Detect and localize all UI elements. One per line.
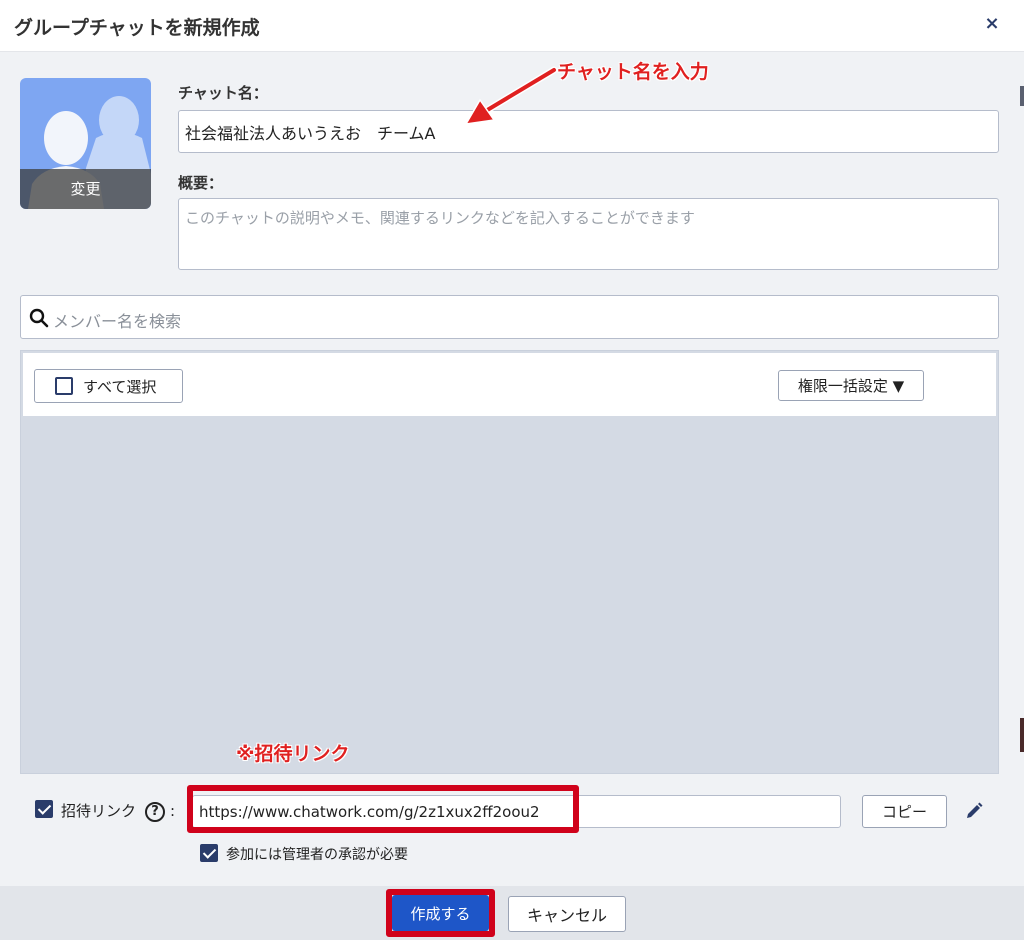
dialog-footer: 作成する キャンセル bbox=[0, 886, 1024, 940]
overview-label: 概要： bbox=[178, 174, 224, 192]
invite-link-highlight bbox=[187, 785, 579, 833]
overview-textarea[interactable]: このチャットの説明やメモ、関連するリンクなどを記入することができます bbox=[178, 198, 999, 270]
create-label: 作成する bbox=[410, 904, 471, 923]
pencil-icon[interactable] bbox=[964, 801, 984, 821]
chat-name-label: チャット名： bbox=[178, 84, 268, 102]
cancel-button[interactable]: キャンセル bbox=[508, 896, 626, 932]
invite-link-checkbox[interactable] bbox=[35, 800, 53, 818]
invite-link-separator: : bbox=[170, 802, 176, 820]
create-group-chat-dialog: グループチャットを新規作成 × 変更 チャット名： 社会福祉法人あいうえお チー… bbox=[0, 0, 1024, 940]
member-search-input[interactable]: メンバー名を検索 bbox=[20, 295, 999, 339]
chat-name-input[interactable]: 社会福祉法人あいうえお チームA bbox=[178, 110, 999, 153]
dialog-header: グループチャットを新規作成 × bbox=[0, 0, 1024, 52]
invite-link-annotation: ※招待リンク bbox=[236, 743, 350, 765]
admin-approval-checkbox[interactable] bbox=[200, 844, 218, 862]
invite-link-label: 招待リンク bbox=[61, 802, 137, 820]
chat-name-value: 社会福祉法人あいうえお チームA bbox=[185, 123, 436, 143]
close-icon[interactable]: × bbox=[982, 14, 1002, 34]
annotation-arrow-icon bbox=[464, 66, 558, 125]
select-all-button[interactable]: すべて選択 bbox=[34, 369, 183, 403]
cancel-label: キャンセル bbox=[526, 906, 607, 925]
bulk-permission-dropdown[interactable]: 権限一括設定 ▼ bbox=[778, 370, 924, 401]
background-edge-mark bbox=[1020, 718, 1024, 752]
background-edge-mark bbox=[1020, 86, 1024, 106]
select-all-checkbox[interactable] bbox=[55, 377, 73, 395]
member-toolbar: すべて選択 権限一括設定 ▼ bbox=[23, 353, 996, 416]
search-icon bbox=[29, 308, 49, 328]
overview-placeholder: このチャットの説明やメモ、関連するリンクなどを記入することができます bbox=[185, 209, 695, 227]
dialog-title: グループチャットを新規作成 bbox=[14, 17, 260, 39]
chat-name-annotation: チャット名を入力 bbox=[557, 61, 709, 83]
copy-label: コピー bbox=[881, 803, 927, 821]
member-list-panel: すべて選択 権限一括設定 ▼ bbox=[20, 350, 999, 774]
help-icon[interactable]: ? bbox=[145, 802, 165, 822]
member-search-placeholder: メンバー名を検索 bbox=[53, 312, 182, 331]
copy-button[interactable]: コピー bbox=[862, 795, 947, 828]
create-button[interactable]: 作成する bbox=[392, 895, 489, 931]
admin-approval-label: 参加には管理者の承認が必要 bbox=[226, 847, 408, 863]
chat-avatar[interactable]: 変更 bbox=[20, 78, 151, 209]
bulk-permission-label: 権限一括設定 ▼ bbox=[797, 377, 905, 395]
select-all-label: すべて選択 bbox=[83, 377, 157, 396]
avatar-change-button[interactable]: 変更 bbox=[20, 169, 151, 209]
